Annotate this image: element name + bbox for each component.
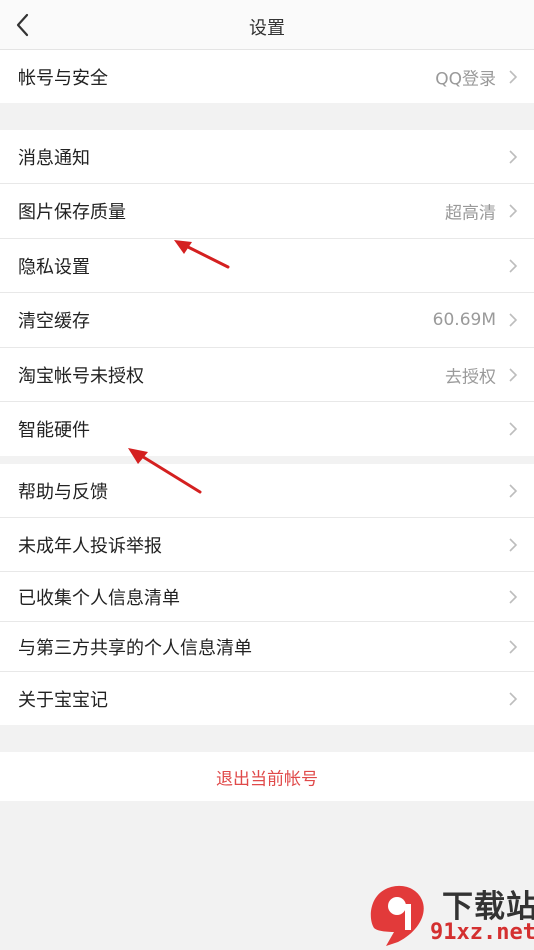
chevron-right-icon [509,589,518,604]
site-watermark: 下载站 91xz.net [362,878,534,950]
row-value: 去授权 [445,367,496,387]
settings-row-image-quality[interactable]: 图片保存质量 超高清 [0,184,534,239]
settings-row-account-security[interactable]: 帐号与安全 QQ登录 [0,50,534,103]
annotation-arrow-icon [174,240,230,269]
row-label: 与第三方共享的个人信息清单 [18,637,252,659]
settings-group-general: 消息通知 图片保存质量 超高清 隐私设置 清空缓存 60.69M 淘宝帐号未授权… [0,130,534,456]
row-label: 图片保存质量 [18,202,126,223]
watermark-logo-icon [370,885,424,946]
chevron-right-icon [509,691,518,706]
row-label: 清空缓存 [18,311,90,332]
chevron-right-icon [509,258,518,273]
row-value: QQ登录 [435,69,496,89]
settings-group-account: 帐号与安全 QQ登录 [0,50,534,103]
chevron-right-icon [509,367,518,382]
settings-row-minor-report[interactable]: 未成年人投诉举报 [0,518,534,572]
chevron-right-icon [509,639,518,654]
chevron-right-icon [509,149,518,164]
row-label: 智能硬件 [18,420,90,441]
chevron-right-icon [509,313,518,327]
watermark-url: 91xz.net [430,920,534,945]
row-value: 60.69M [432,310,496,330]
row-label: 隐私设置 [18,256,90,278]
settings-row-taobao-auth[interactable]: 淘宝帐号未授权 去授权 [0,348,534,402]
row-label: 帮助与反馈 [18,481,108,503]
logout-button[interactable]: 退出当前帐号 [0,752,534,801]
settings-row-help-feedback[interactable]: 帮助与反馈 [0,464,534,518]
chevron-right-icon [509,204,518,218]
row-label: 关于宝宝记 [18,689,108,711]
settings-row-privacy[interactable]: 隐私设置 [0,239,534,293]
settings-row-collected-info[interactable]: 已收集个人信息清单 [0,572,534,622]
settings-row-about[interactable]: 关于宝宝记 [0,672,534,725]
page-title: 设置 [249,18,285,39]
chevron-right-icon [509,69,518,84]
settings-row-clear-cache[interactable]: 清空缓存 60.69M [0,293,534,348]
settings-row-shared-info[interactable]: 与第三方共享的个人信息清单 [0,622,534,672]
row-label: 未成年人投诉举报 [18,535,162,557]
row-label: 已收集个人信息清单 [18,587,180,609]
row-label: 消息通知 [18,147,90,169]
chevron-right-icon [509,483,518,498]
logout-label: 退出当前帐号 [216,769,318,789]
top-bar: 设置 [0,0,534,50]
row-value: 超高清 [445,203,496,224]
row-label: 帐号与安全 [18,67,108,89]
settings-row-smart-hardware[interactable]: 智能硬件 [0,402,534,456]
annotation-arrow-icon [128,448,202,494]
row-label: 淘宝帐号未授权 [18,365,144,387]
settings-row-notifications[interactable]: 消息通知 [0,130,534,184]
chevron-right-icon [509,422,518,436]
chevron-right-icon [509,537,518,552]
settings-group-about: 帮助与反馈 未成年人投诉举报 已收集个人信息清单 与第三方共享的个人信息清单 关… [0,464,534,725]
